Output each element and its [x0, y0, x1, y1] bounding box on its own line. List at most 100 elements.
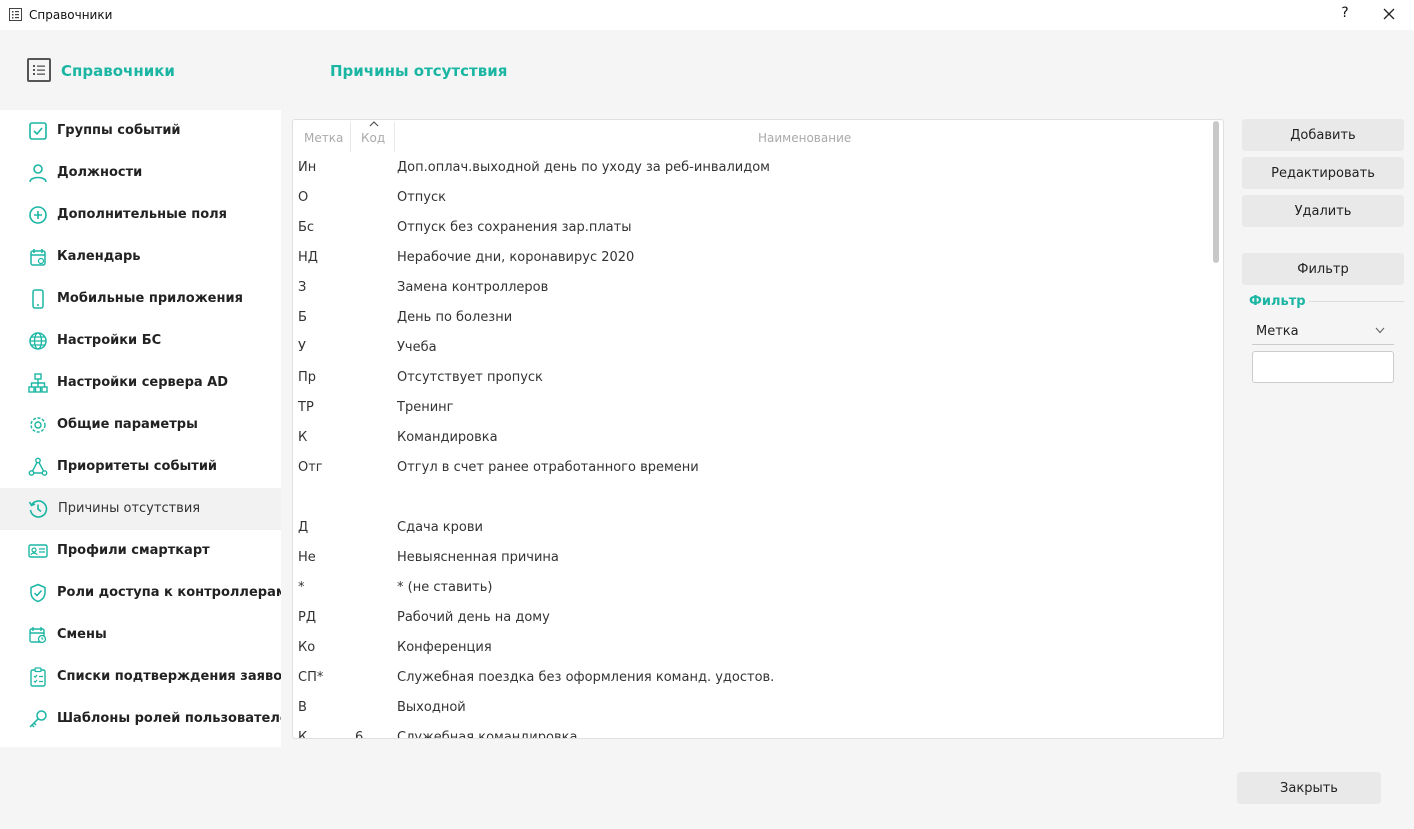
delete-button[interactable]: Удалить	[1242, 195, 1404, 227]
sidebar: Группы событий Должности Дополнительные …	[0, 110, 298, 747]
table-row[interactable]: Ин Доп.оплач.выходной день по уходу за ре…	[293, 152, 1211, 182]
table-row[interactable]: * * (не ставить)	[293, 572, 1211, 602]
table-row[interactable]: Б День по болезни	[293, 302, 1211, 332]
table-row[interactable]: К 6 Служебная командировка	[293, 722, 1211, 739]
edit-button[interactable]: Редактировать	[1242, 157, 1404, 189]
sidebar-item-label: Шаблоны ролей пользователей	[57, 711, 298, 726]
cell-mark: Ко	[298, 640, 316, 655]
sidebar-item-label: Профили смарткарт	[57, 543, 210, 558]
sidebar-item-label: Причины отсутствия	[58, 501, 201, 516]
table-row[interactable]: Отг Отгул в счет ранее отработанного врем…	[293, 452, 1211, 482]
column-header-mark[interactable]: Метка	[304, 131, 343, 145]
column-divider	[394, 122, 395, 152]
table-row[interactable]: Д Сдача крови	[293, 512, 1211, 542]
list-icon	[9, 8, 22, 21]
filter-button[interactable]: Фильтр	[1242, 253, 1404, 285]
cell-mark: НД	[298, 250, 318, 265]
table-row[interactable]: Пр Отсутствует пропуск	[293, 362, 1211, 392]
absence-reasons-table[interactable]: Метка Код Наименование Ин Доп.оплач.выход…	[292, 119, 1224, 739]
filter-section-label: Фильтр	[1249, 294, 1306, 309]
sidebar-item-label: Дополнительные поля	[57, 207, 227, 222]
cell-mark: К	[298, 430, 308, 445]
sidebar-item-label: Настройки БС	[57, 333, 162, 348]
section-title: Причины отсутствия	[330, 62, 508, 80]
sidebar-item-positions[interactable]: Должности	[0, 152, 281, 194]
sidebar-item-user-role-templates[interactable]: Шаблоны ролей пользователей	[0, 698, 298, 740]
cell-name: День по болезни	[397, 310, 513, 325]
table-row[interactable]: З Замена контроллеров	[293, 272, 1211, 302]
filter-field-select[interactable]: Метка	[1252, 318, 1394, 345]
column-header-name[interactable]: Наименование	[758, 131, 851, 145]
filter-value-input[interactable]	[1252, 351, 1394, 383]
add-button[interactable]: Добавить	[1242, 119, 1404, 151]
globe-icon	[29, 332, 47, 350]
calendar-icon	[30, 249, 46, 266]
cell-mark: РД	[298, 610, 316, 625]
cell-name: Отпуск без сохранения зар.платы	[397, 220, 632, 235]
table-row[interactable]: К Командировка	[293, 422, 1211, 452]
cell-name: Учеба	[397, 340, 437, 355]
table-row[interactable]	[293, 482, 1211, 512]
sidebar-item-smartcard-profiles[interactable]: Профили смарткарт	[0, 530, 281, 572]
cell-mark: Отг	[298, 460, 323, 475]
sidebar-item-event-groups[interactable]: Группы событий	[0, 110, 281, 152]
sidebar-item-approval-lists[interactable]: Списки подтверждения заявок	[0, 656, 291, 698]
table-row[interactable]: НД Нерабочие дни, коронавирус 2020	[293, 242, 1211, 272]
sidebar-item-event-priorities[interactable]: Приоритеты событий	[0, 446, 281, 488]
sidebar-item-additional-fields[interactable]: Дополнительные поля	[0, 194, 281, 236]
table-scrollbar[interactable]	[1213, 121, 1219, 263]
key-icon	[29, 710, 47, 728]
cell-code: 6	[355, 730, 364, 739]
table-row[interactable]: СП* Служебная поездка без оформления кома…	[293, 662, 1211, 692]
plus-circle-icon	[29, 206, 47, 224]
calendar-clock-icon	[29, 627, 47, 644]
page-title: Справочники	[61, 62, 175, 80]
cell-name: Отгул в счет ранее отработанного времени	[397, 460, 699, 475]
cell-mark: О	[298, 190, 309, 205]
table-row[interactable]: РД Рабочий день на дому	[293, 602, 1211, 632]
table-row[interactable]: ТР Тренинг	[293, 392, 1211, 422]
sidebar-item-calendar[interactable]: Календарь	[0, 236, 281, 278]
cell-name: Служебная командировка	[397, 730, 578, 739]
cell-mark: Бс	[298, 220, 315, 235]
sidebar-item-label: Списки подтверждения заявок	[57, 669, 291, 684]
cell-mark: Не	[298, 550, 316, 565]
sort-ascending-icon	[369, 121, 379, 127]
sidebar-item-general-parameters[interactable]: Общие параметры	[0, 404, 281, 446]
sidebar-item-bs-settings[interactable]: Настройки БС	[0, 320, 281, 362]
table-header: Метка Код Наименование	[293, 120, 1223, 153]
cell-mark: З	[298, 280, 307, 295]
cell-mark: У	[298, 340, 306, 355]
cell-mark: Б	[298, 310, 307, 325]
sidebar-item-label: Роли доступа к контроллерам	[57, 585, 287, 600]
id-card-icon	[28, 544, 48, 558]
close-button[interactable]: Закрыть	[1237, 772, 1381, 804]
cell-name: * (не ставить)	[397, 580, 493, 595]
cell-mark: Д	[298, 520, 309, 535]
sidebar-item-shifts[interactable]: Смены	[0, 614, 281, 656]
cell-name: Тренинг	[397, 400, 454, 415]
sidebar-item-label: Смены	[57, 627, 107, 642]
close-icon[interactable]	[1381, 6, 1397, 22]
sidebar-item-absence-reasons[interactable]: Причины отсутствия	[0, 488, 281, 530]
table-row[interactable]: У Учеба	[293, 332, 1211, 362]
sidebar-item-ad-server-settings[interactable]: Настройки сервера AD	[0, 362, 281, 404]
sidebar-item-mobile-apps[interactable]: Мобильные приложения	[0, 278, 281, 320]
help-button[interactable]: ?	[1338, 5, 1352, 25]
sidebar-item-label: Мобильные приложения	[57, 291, 243, 306]
sidebar-item-label: Должности	[57, 165, 143, 180]
table-row[interactable]: О Отпуск	[293, 182, 1211, 212]
cell-name: Рабочий день на дому	[397, 610, 550, 625]
shield-check-icon	[30, 583, 46, 603]
table-row[interactable]: Бс Отпуск без сохранения зар.платы	[293, 212, 1211, 242]
checkbox-icon	[29, 122, 47, 140]
table-row[interactable]: Не Невыясненная причина	[293, 542, 1211, 572]
table-row[interactable]: Ко Конференция	[293, 632, 1211, 662]
filter-divider	[1309, 301, 1404, 302]
table-row[interactable]: В Выходной	[293, 692, 1211, 722]
sidebar-item-label: Группы событий	[57, 123, 181, 138]
mobile-phone-icon	[32, 289, 44, 309]
sidebar-item-controller-access-roles[interactable]: Роли доступа к контроллерам	[0, 572, 286, 614]
column-header-code[interactable]: Код	[361, 131, 385, 145]
filter-field-value: Метка	[1256, 324, 1299, 339]
